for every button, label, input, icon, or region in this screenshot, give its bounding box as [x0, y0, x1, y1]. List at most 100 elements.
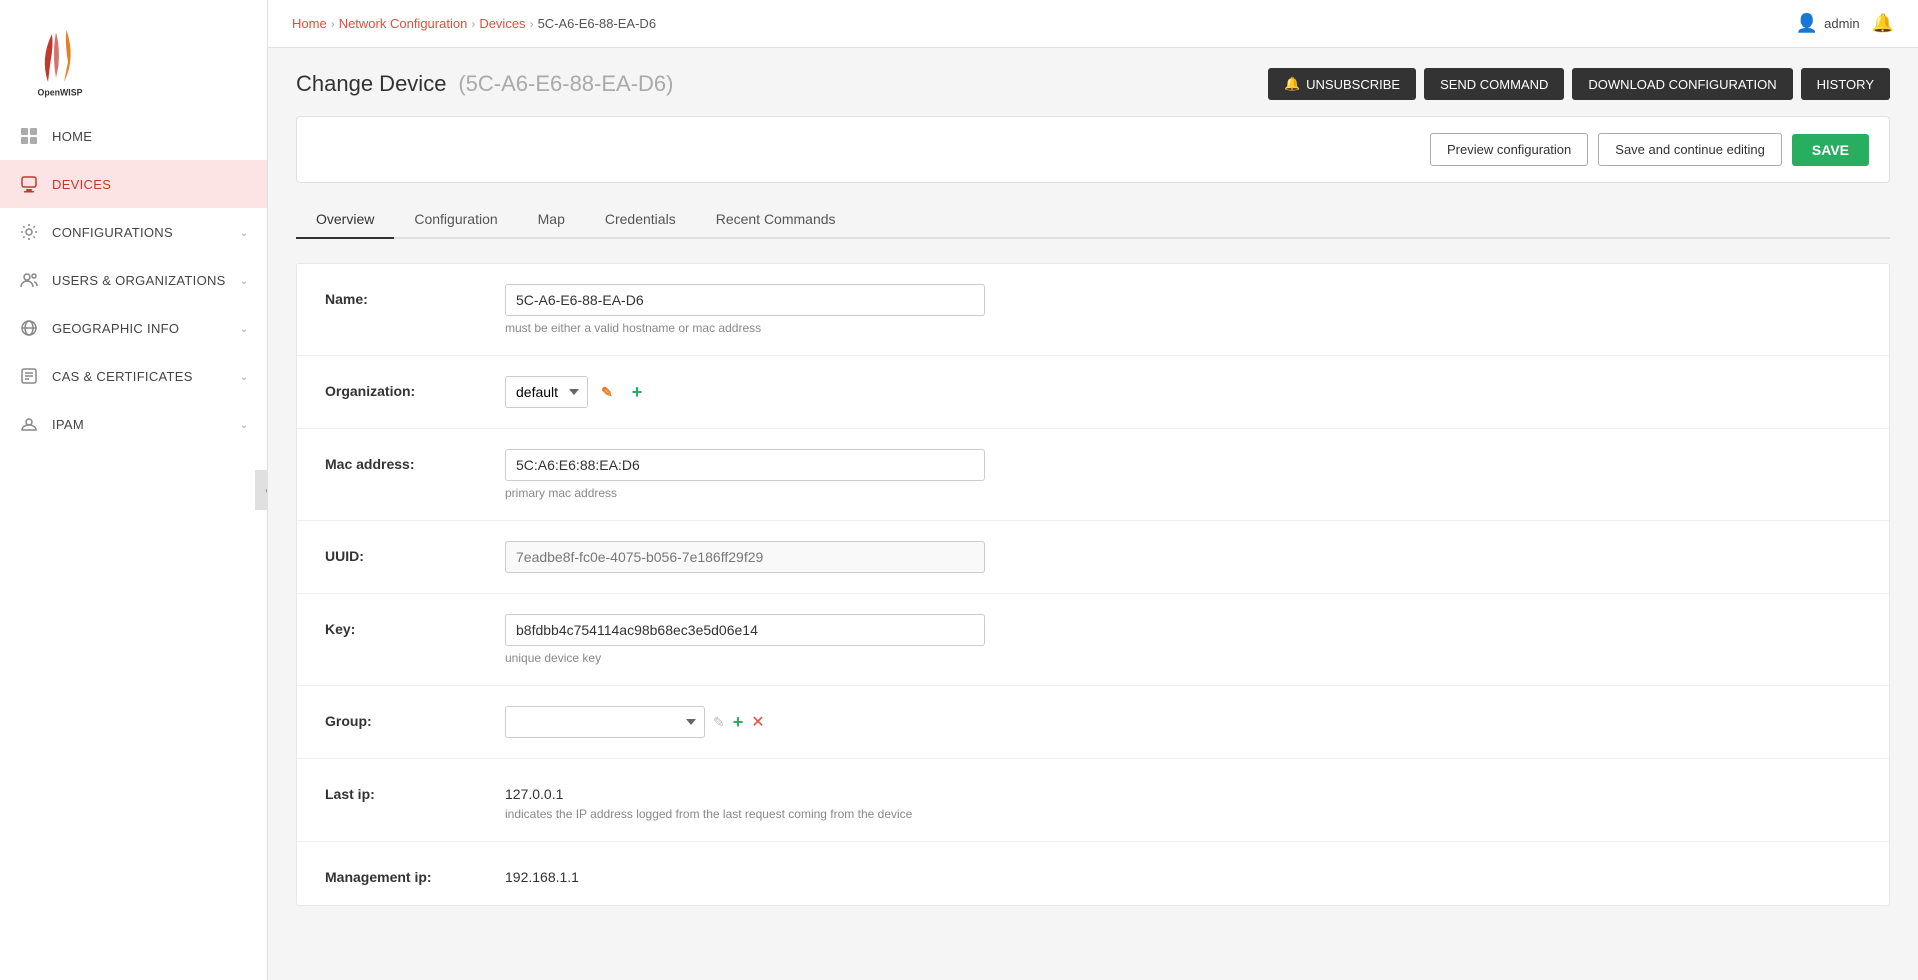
management-ip-value: 192.168.1.1	[505, 862, 985, 885]
notification-bell-icon[interactable]: 🔔	[1872, 13, 1894, 34]
device-id-label: (5C-A6-E6-88-EA-D6)	[458, 71, 673, 96]
management-ip-label: Management ip:	[325, 862, 505, 885]
svg-text:OpenWISP: OpenWISP	[38, 88, 83, 98]
page-header: Change Device (5C-A6-E6-88-EA-D6) 🔔 UNSU…	[296, 68, 1890, 100]
tab-recent-commands[interactable]: Recent Commands	[696, 201, 856, 239]
configurations-chevron: ⌄	[239, 226, 249, 239]
last-ip-value: 127.0.0.1	[505, 779, 985, 802]
key-label: Key:	[325, 614, 505, 637]
save-label: SAVE	[1812, 142, 1849, 158]
sidebar-item-cas-certificates[interactable]: CAS & CERTIFICATES ⌄	[0, 352, 267, 400]
mac-input[interactable]	[505, 449, 985, 481]
group-label: Group:	[325, 706, 505, 729]
sidebar-item-users-orgs[interactable]: USERS & ORGANIZATIONS ⌄	[0, 256, 267, 304]
sidebar-item-users-label: USERS & ORGANIZATIONS	[52, 273, 239, 288]
sidebar-item-home-label: HOME	[52, 129, 249, 144]
sidebar-collapse-handle[interactable]: ‹	[255, 470, 268, 510]
sidebar-item-configurations[interactable]: CONFIGURATIONS ⌄	[0, 208, 267, 256]
org-select[interactable]: default	[505, 376, 588, 408]
form-row-uuid: UUID:	[297, 521, 1889, 594]
sidebar-item-geographic-info[interactable]: GEOGRAPHIC INFO ⌄	[0, 304, 267, 352]
users-chevron: ⌄	[239, 274, 249, 287]
org-label: Organization:	[325, 376, 505, 399]
group-field: ✎ + ✕	[505, 706, 985, 738]
last-ip-hint: indicates the IP address logged from the…	[505, 807, 985, 821]
geographic-icon	[18, 317, 40, 339]
org-add-button[interactable]: +	[626, 381, 648, 403]
sidebar-item-home[interactable]: HOME	[0, 112, 267, 160]
breadcrumb-sep-3: ›	[530, 17, 534, 31]
key-hint: unique device key	[505, 651, 985, 665]
users-icon	[18, 269, 40, 291]
key-input[interactable]	[505, 614, 985, 646]
topbar-right: 👤 admin 🔔	[1796, 13, 1894, 34]
breadcrumb-devices[interactable]: Devices	[479, 16, 525, 31]
breadcrumb-device-id: 5C-A6-E6-88-EA-D6	[538, 16, 657, 31]
org-row: default ✎ +	[505, 376, 985, 408]
save-continue-button[interactable]: Save and continue editing	[1598, 133, 1782, 166]
sidebar-item-devices[interactable]: DEVICES	[0, 160, 267, 208]
key-field: unique device key	[505, 614, 985, 665]
save-button[interactable]: SAVE	[1792, 134, 1869, 166]
unsubscribe-label: UNSUBSCRIBE	[1306, 77, 1400, 92]
breadcrumb-sep-2: ›	[471, 17, 475, 31]
uuid-field	[505, 541, 985, 573]
name-field: must be either a valid hostname or mac a…	[505, 284, 985, 335]
sidebar-item-cas-label: CAS & CERTIFICATES	[52, 369, 239, 384]
sidebar-item-ipam-label: IPAM	[52, 417, 239, 432]
breadcrumb-sep-1: ›	[331, 17, 335, 31]
last-ip-label: Last ip:	[325, 779, 505, 802]
uuid-input[interactable]	[505, 541, 985, 573]
tab-map[interactable]: Map	[518, 201, 585, 239]
save-bar: Preview configuration Save and continue …	[296, 116, 1890, 183]
form-row-key: Key: unique device key	[297, 594, 1889, 686]
home-icon	[18, 125, 40, 147]
logo-area: OpenWISP	[0, 0, 267, 108]
tabs: Overview Configuration Map Credentials R…	[296, 201, 1890, 239]
group-delete-button[interactable]: ✕	[751, 712, 764, 732]
devices-icon	[18, 173, 40, 195]
org-field: default ✎ +	[505, 376, 985, 408]
history-label: HISTORY	[1817, 77, 1874, 92]
certificates-icon	[18, 365, 40, 387]
form-row-management-ip: Management ip: 192.168.1.1	[297, 842, 1889, 905]
header-actions: 🔔 UNSUBSCRIBE SEND COMMAND DOWNLOAD CONF…	[1268, 68, 1890, 100]
breadcrumb-home[interactable]: Home	[292, 16, 327, 31]
main-content: Home › Network Configuration › Devices ›…	[268, 0, 1918, 980]
page-title-group: Change Device (5C-A6-E6-88-EA-D6)	[296, 71, 674, 97]
group-edit-button[interactable]: ✎	[713, 714, 725, 731]
form-row-organization: Organization: default ✎ +	[297, 356, 1889, 429]
save-continue-label: Save and continue editing	[1615, 142, 1765, 157]
group-select[interactable]	[505, 706, 705, 738]
form-row-name: Name: must be either a valid hostname or…	[297, 264, 1889, 356]
content-area: Change Device (5C-A6-E6-88-EA-D6) 🔔 UNSU…	[268, 48, 1918, 980]
send-command-button[interactable]: SEND COMMAND	[1424, 68, 1564, 100]
username: admin	[1824, 16, 1859, 31]
sidebar-item-ipam[interactable]: IPAM ⌄	[0, 400, 267, 448]
breadcrumb-network-config[interactable]: Network Configuration	[339, 16, 468, 31]
uuid-label: UUID:	[325, 541, 505, 564]
sidebar-nav: HOME DEVICES CONFIGURATIONS ⌄ USERS & OR…	[0, 112, 267, 448]
geographic-chevron: ⌄	[239, 322, 249, 335]
send-command-label: SEND COMMAND	[1440, 77, 1548, 92]
sidebar-item-geographic-label: GEOGRAPHIC INFO	[52, 321, 239, 336]
name-label: Name:	[325, 284, 505, 307]
ipam-icon	[18, 413, 40, 435]
download-config-button[interactable]: DOWNLOAD CONFIGURATION	[1572, 68, 1792, 100]
tab-credentials[interactable]: Credentials	[585, 201, 696, 239]
name-input[interactable]	[505, 284, 985, 316]
mac-label: Mac address:	[325, 449, 505, 472]
history-button[interactable]: HISTORY	[1801, 68, 1890, 100]
management-ip-field: 192.168.1.1	[505, 862, 985, 885]
form-row-mac: Mac address: primary mac address	[297, 429, 1889, 521]
org-edit-button[interactable]: ✎	[596, 381, 618, 403]
configurations-icon	[18, 221, 40, 243]
group-add-button[interactable]: +	[733, 712, 744, 733]
user-badge: 👤 admin	[1796, 13, 1860, 34]
tab-configuration[interactable]: Configuration	[394, 201, 517, 239]
form-row-group: Group: ✎ + ✕	[297, 686, 1889, 759]
unsubscribe-button[interactable]: 🔔 UNSUBSCRIBE	[1268, 68, 1416, 100]
device-form: Name: must be either a valid hostname or…	[296, 263, 1890, 906]
tab-overview[interactable]: Overview	[296, 201, 394, 239]
preview-config-button[interactable]: Preview configuration	[1430, 133, 1588, 166]
